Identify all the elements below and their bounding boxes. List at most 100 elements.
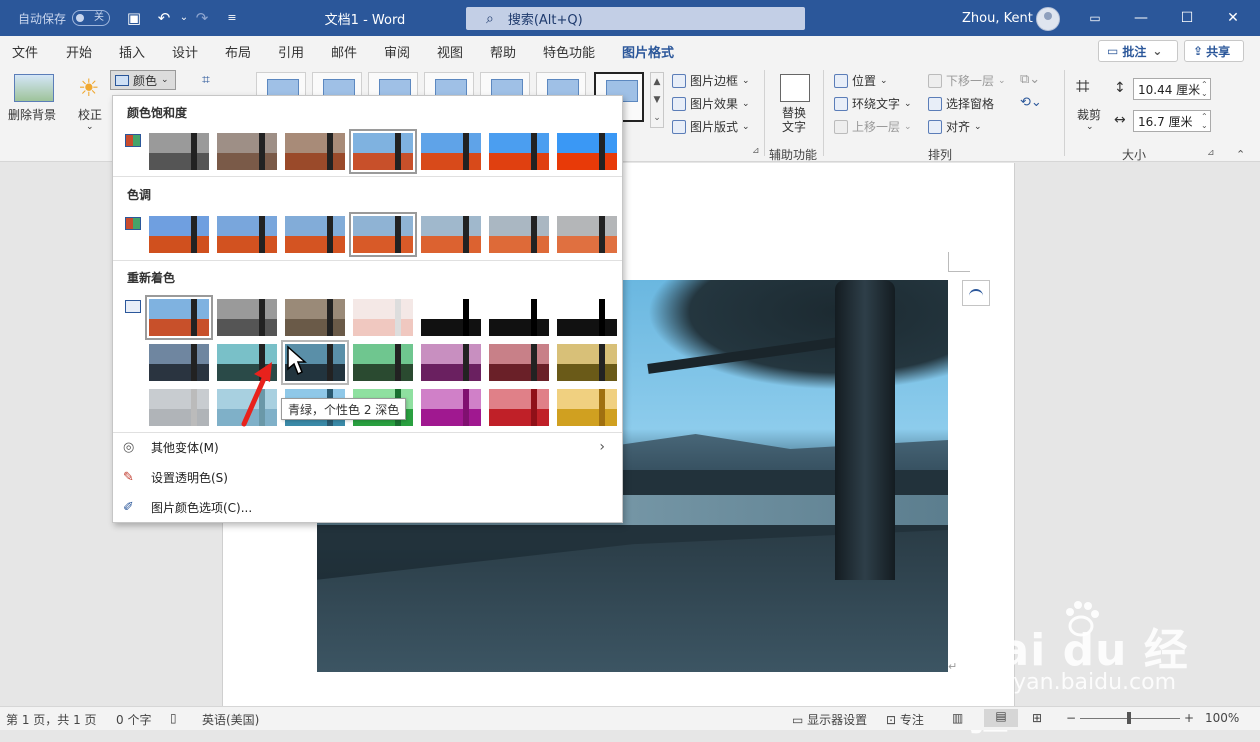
user-name[interactable]: Zhou, Kent [962, 0, 1033, 36]
alt-text-button[interactable]: 替换 文字 [782, 106, 806, 134]
remove-background-icon[interactable] [14, 74, 54, 102]
focus-button[interactable]: ⊡ 专注 [886, 711, 924, 728]
comments-button[interactable]: ▭ 批注 ⌄ [1098, 40, 1178, 62]
picture-effects-button[interactable]: 图片效果 ⌄ [672, 95, 750, 112]
zoom-out-icon[interactable]: − [1066, 711, 1076, 725]
recolor-swatch-7[interactable] [557, 299, 617, 336]
picture-layout-button[interactable]: 图片版式 ⌄ [672, 118, 750, 135]
saturation-swatch-7[interactable] [557, 133, 617, 170]
picture-color-options-item[interactable]: ✐ 图片颜色选项(C)... [123, 494, 613, 520]
tab-view[interactable]: 视图 [437, 42, 463, 61]
tone-swatch-1[interactable] [149, 216, 209, 253]
print-layout-icon[interactable]: ▤ [984, 709, 1018, 727]
recolor-swatch-4[interactable] [353, 344, 413, 381]
display-settings-button[interactable]: ▭ 显示器设置 [792, 711, 867, 728]
recolor-swatch-6[interactable] [489, 389, 549, 426]
tab-home[interactable]: 开始 [66, 42, 92, 61]
width-input[interactable]: 16.7 厘米 [1133, 110, 1211, 132]
search-box[interactable]: ⌕ 搜索(Alt+Q) [466, 7, 805, 30]
tab-review[interactable]: 审阅 [384, 42, 410, 61]
web-layout-icon[interactable]: ⊞ [1032, 711, 1042, 725]
set-transparent-color-item[interactable]: ✎ 设置透明色(S) [123, 464, 613, 490]
recolor-swatch-1[interactable] [149, 344, 209, 381]
crop-icon[interactable]: ⌗ [1076, 72, 1090, 100]
recolor-swatch-6[interactable] [489, 299, 549, 336]
dialog-launcher-icon[interactable]: ⊿ [752, 146, 760, 156]
recolor-swatch-3[interactable] [285, 299, 345, 336]
saturation-swatch-6[interactable] [489, 133, 549, 170]
recolor-swatch-5[interactable] [421, 344, 481, 381]
tab-picture-format[interactable]: 图片格式 [622, 42, 675, 67]
styles-scroll[interactable]: ▲ ▼ ⌄ [650, 72, 664, 128]
saturation-swatch-3[interactable] [285, 133, 345, 170]
saturation-swatch-1[interactable] [149, 133, 209, 170]
tone-swatch-7[interactable] [557, 216, 617, 253]
page-count[interactable]: 第 1 页，共 1 页 [6, 711, 97, 728]
tab-file[interactable]: 文件 [12, 42, 38, 61]
language[interactable]: 英语(美国) [202, 711, 259, 728]
redo-icon[interactable]: ↷ [192, 9, 212, 27]
remove-background-button[interactable]: 删除背景 [8, 106, 56, 123]
tab-design[interactable]: 设计 [172, 42, 198, 61]
recolor-swatch-7[interactable] [557, 344, 617, 381]
corrections-icon[interactable]: ☀ [78, 74, 100, 102]
saturation-swatch-5[interactable] [421, 133, 481, 170]
share-button[interactable]: ⇪ 共享 [1184, 40, 1244, 62]
proofing-icon[interactable]: ▯ [170, 711, 177, 725]
maximize-icon[interactable]: ☐ [1164, 0, 1210, 36]
dialog-launcher-icon[interactable]: ⊿ [1207, 148, 1215, 158]
tab-insert[interactable]: 插入 [119, 42, 145, 61]
recolor-swatch-7[interactable] [557, 389, 617, 426]
autosave-toggle[interactable]: 关 [72, 10, 111, 26]
undo-dropdown-icon[interactable]: ⌄ [174, 9, 194, 27]
zoom-slider-thumb[interactable] [1127, 712, 1131, 724]
compress-pictures-icon[interactable]: ⌗ [202, 72, 210, 88]
ribbon-display-icon[interactable]: ▭ [1072, 0, 1118, 36]
undo-icon[interactable]: ↶ [154, 9, 174, 27]
tab-references[interactable]: 引用 [278, 42, 304, 61]
saturation-swatch-2[interactable] [217, 133, 277, 170]
tone-swatch-4[interactable] [349, 212, 417, 257]
recolor-swatch-1[interactable] [149, 389, 209, 426]
tone-swatch-3[interactable] [285, 216, 345, 253]
layout-options-icon[interactable] [962, 280, 990, 306]
saturation-swatch-4[interactable] [349, 129, 417, 174]
group-icon[interactable]: ⧉⌄ [1020, 72, 1040, 87]
tone-swatch-6[interactable] [489, 216, 549, 253]
collapse-ribbon-icon[interactable]: ⌃ [1236, 148, 1245, 161]
rotate-icon[interactable]: ⟲⌄ [1020, 95, 1042, 110]
read-mode-icon[interactable]: ▥ [952, 711, 963, 725]
tab-mailings[interactable]: 邮件 [331, 42, 357, 61]
height-input[interactable]: 10.44 厘米 [1133, 78, 1211, 100]
picture-border-button[interactable]: 图片边框 ⌄ [672, 72, 750, 89]
word-count[interactable]: 0 个字 [116, 711, 151, 728]
align-button[interactable]: 对齐 ⌄ [928, 118, 982, 135]
tab-help[interactable]: 帮助 [490, 42, 516, 61]
corrections-button[interactable]: 校正 [78, 106, 102, 123]
tone-swatch-2[interactable] [217, 216, 277, 253]
recolor-swatch-1[interactable] [145, 295, 213, 340]
recolor-swatch-4[interactable] [353, 299, 413, 336]
color-button[interactable]: 颜色 ⌄ [110, 70, 176, 90]
tone-swatch-5[interactable] [421, 216, 481, 253]
close-icon[interactable]: ✕ [1210, 0, 1256, 36]
crop-button[interactable]: 裁剪 [1077, 106, 1101, 123]
avatar[interactable] [1036, 7, 1060, 31]
recolor-swatch-2[interactable] [217, 299, 277, 336]
recolor-swatch-6[interactable] [489, 344, 549, 381]
alt-text-icon[interactable] [780, 74, 810, 102]
customize-qat-icon[interactable]: ≡ [222, 9, 242, 27]
recolor-swatch-5[interactable] [421, 299, 481, 336]
zoom-in-icon[interactable]: + [1184, 711, 1194, 725]
position-button[interactable]: 位置 ⌄ [834, 72, 888, 89]
wrap-text-button[interactable]: 环绕文字 ⌄ [834, 95, 912, 112]
send-backward-button[interactable]: 下移一层 ⌄ [928, 72, 1006, 89]
selection-pane-button[interactable]: 选择窗格 [928, 95, 994, 112]
tab-features[interactable]: 特色功能 [543, 42, 595, 61]
bring-forward-button[interactable]: 上移一层 ⌄ [834, 118, 912, 135]
autosave[interactable]: 自动保存 关 [18, 0, 111, 36]
more-variations-item[interactable]: ◎ 其他变体(M) › [123, 434, 613, 460]
minimize-icon[interactable]: — [1118, 0, 1164, 36]
tab-layout[interactable]: 布局 [225, 42, 251, 61]
zoom-level[interactable]: 100% [1205, 711, 1239, 725]
